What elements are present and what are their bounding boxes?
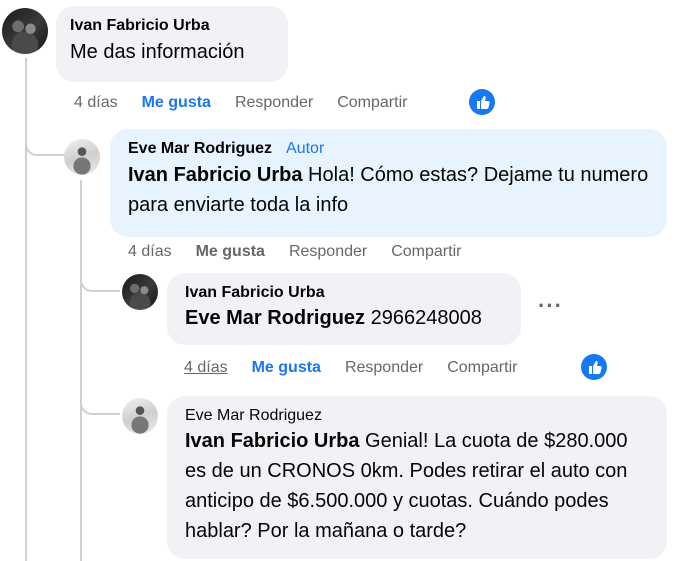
share-button[interactable]: Compartir	[337, 94, 407, 112]
comment-body: 2966248008	[365, 307, 482, 329]
mention[interactable]: Eve Mar Rodriguez	[185, 307, 365, 329]
comment-actions: 4 días Me gusta Responder Compartir	[184, 359, 541, 377]
author-badge: Autor	[286, 140, 325, 157]
share-button[interactable]: Compartir	[391, 243, 461, 261]
comment-author[interactable]: Ivan Fabricio Urba	[185, 283, 507, 303]
comment-text: Ivan Fabricio Urba Hola! Cómo estas? Dej…	[128, 160, 653, 220]
like-button[interactable]: Me gusta	[252, 359, 321, 377]
share-button[interactable]: Compartir	[447, 359, 517, 377]
comment-bubble: Ivan Fabricio Urba Me das información	[56, 6, 288, 82]
thread-connector-3	[80, 395, 120, 415]
comment-thread: Ivan Fabricio Urba Me das información 4 …	[0, 0, 687, 561]
comment-actions: 4 días Me gusta Responder Compartir	[74, 94, 431, 112]
comment-time[interactable]: 4 días	[74, 94, 118, 112]
avatar[interactable]	[122, 398, 158, 434]
like-button[interactable]: Me gusta	[142, 94, 211, 112]
comment-bubble: Eve Mar Rodriguez Ivan Fabricio Urba Gen…	[167, 396, 667, 559]
comment-bubble: Eve Mar Rodriguez Autor Ivan Fabricio Urb…	[110, 129, 667, 237]
comment-text: Ivan Fabricio Urba Genial! La cuota de $…	[185, 426, 653, 546]
comment-author[interactable]: Eve Mar Rodriguez	[128, 140, 272, 157]
comment-text: Me das información	[70, 41, 245, 63]
like-button[interactable]: Me gusta	[196, 243, 265, 261]
reply-button[interactable]: Responder	[289, 243, 367, 261]
more-options-icon[interactable]: ···	[538, 293, 563, 319]
comment-author[interactable]: Ivan Fabricio Urba	[70, 16, 274, 36]
comment-text: Eve Mar Rodriguez 2966248008	[185, 303, 507, 333]
avatar[interactable]	[122, 274, 158, 310]
avatar[interactable]	[64, 139, 100, 175]
comment-actions: 4 días Me gusta Responder Compartir	[128, 243, 485, 261]
reply-button[interactable]: Responder	[235, 94, 313, 112]
thumbs-up-icon[interactable]	[469, 89, 495, 115]
thumbs-up-icon[interactable]	[581, 354, 607, 380]
comment-bubble: Ivan Fabricio Urba Eve Mar Rodriguez 296…	[167, 273, 521, 345]
mention[interactable]: Ivan Fabricio Urba	[128, 164, 303, 186]
thread-connector-2	[80, 270, 120, 292]
comment-author[interactable]: Eve Mar Rodriguez	[185, 406, 653, 426]
reply-button[interactable]: Responder	[345, 359, 423, 377]
avatar[interactable]	[2, 8, 48, 54]
thread-line-reply	[80, 180, 82, 561]
comment-time[interactable]: 4 días	[128, 243, 172, 261]
comment-time[interactable]: 4 días	[184, 359, 228, 377]
mention[interactable]: Ivan Fabricio Urba	[185, 430, 360, 452]
thread-connector-1	[25, 128, 65, 156]
